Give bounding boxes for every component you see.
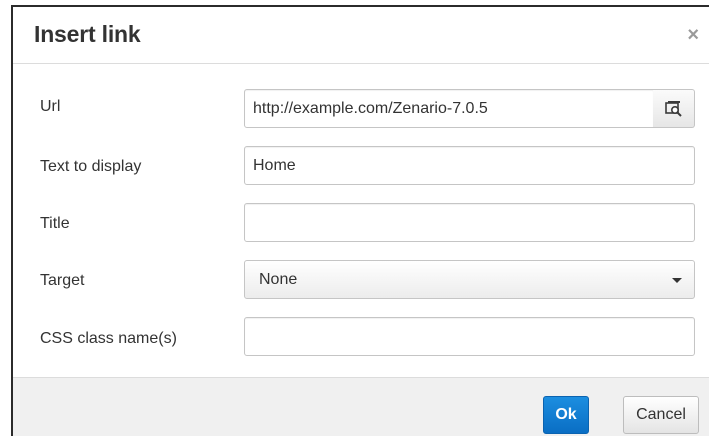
target-selected-value: None (259, 271, 298, 288)
dialog-header: Insert link × (13, 7, 709, 64)
target-label: Target (40, 272, 85, 289)
dialog-title: Insert link (34, 21, 141, 47)
css-class-label: CSS class name(s) (40, 330, 177, 347)
insert-link-dialog: Insert link × Url Text to display Title … (11, 5, 709, 436)
ok-button[interactable]: Ok (543, 396, 589, 434)
url-input[interactable] (244, 89, 654, 128)
chevron-down-icon (672, 278, 682, 283)
text-to-display-label: Text to display (40, 158, 142, 175)
title-label: Title (40, 215, 70, 232)
browse-image-icon (664, 101, 682, 117)
text-to-display-input[interactable] (244, 146, 695, 185)
browse-button[interactable] (653, 89, 695, 128)
cancel-button[interactable]: Cancel (623, 396, 699, 434)
css-class-input[interactable] (244, 317, 695, 356)
dialog-footer (13, 377, 709, 436)
target-select[interactable]: None (244, 260, 695, 299)
title-input[interactable] (244, 203, 695, 242)
close-icon[interactable]: × (687, 25, 699, 45)
url-label: Url (40, 98, 61, 115)
